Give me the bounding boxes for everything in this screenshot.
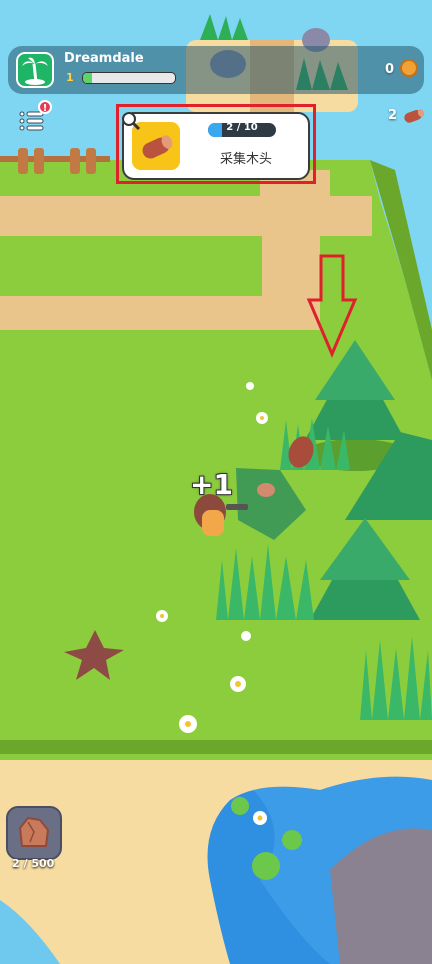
level-number: 1 xyxy=(66,71,74,84)
coin-count: 0 xyxy=(384,62,394,77)
wood-count: 2 xyxy=(388,108,398,123)
xp-progress-bar xyxy=(82,72,176,84)
inventory-button[interactable] xyxy=(6,806,62,860)
coin-icon xyxy=(400,59,418,77)
magnifier-icon xyxy=(122,112,141,131)
island-name: Dreamdale xyxy=(64,51,144,66)
quest-card[interactable]: 2 / 10 采集木头 xyxy=(122,112,310,180)
quest-progress-text: 2 / 10 xyxy=(226,122,258,133)
stone-icon xyxy=(18,816,50,847)
gain-popup: +1 xyxy=(190,468,233,501)
palm-tree-icon xyxy=(16,52,54,88)
inventory-count: 2 / 500 xyxy=(12,857,55,870)
island-panel: Dreamdale 1 0 xyxy=(8,46,424,94)
wood-log-icon xyxy=(404,109,425,123)
quest-title: 采集木头 xyxy=(219,152,272,167)
notification-badge: ! xyxy=(38,100,52,114)
xp-progress-fill xyxy=(83,73,93,83)
